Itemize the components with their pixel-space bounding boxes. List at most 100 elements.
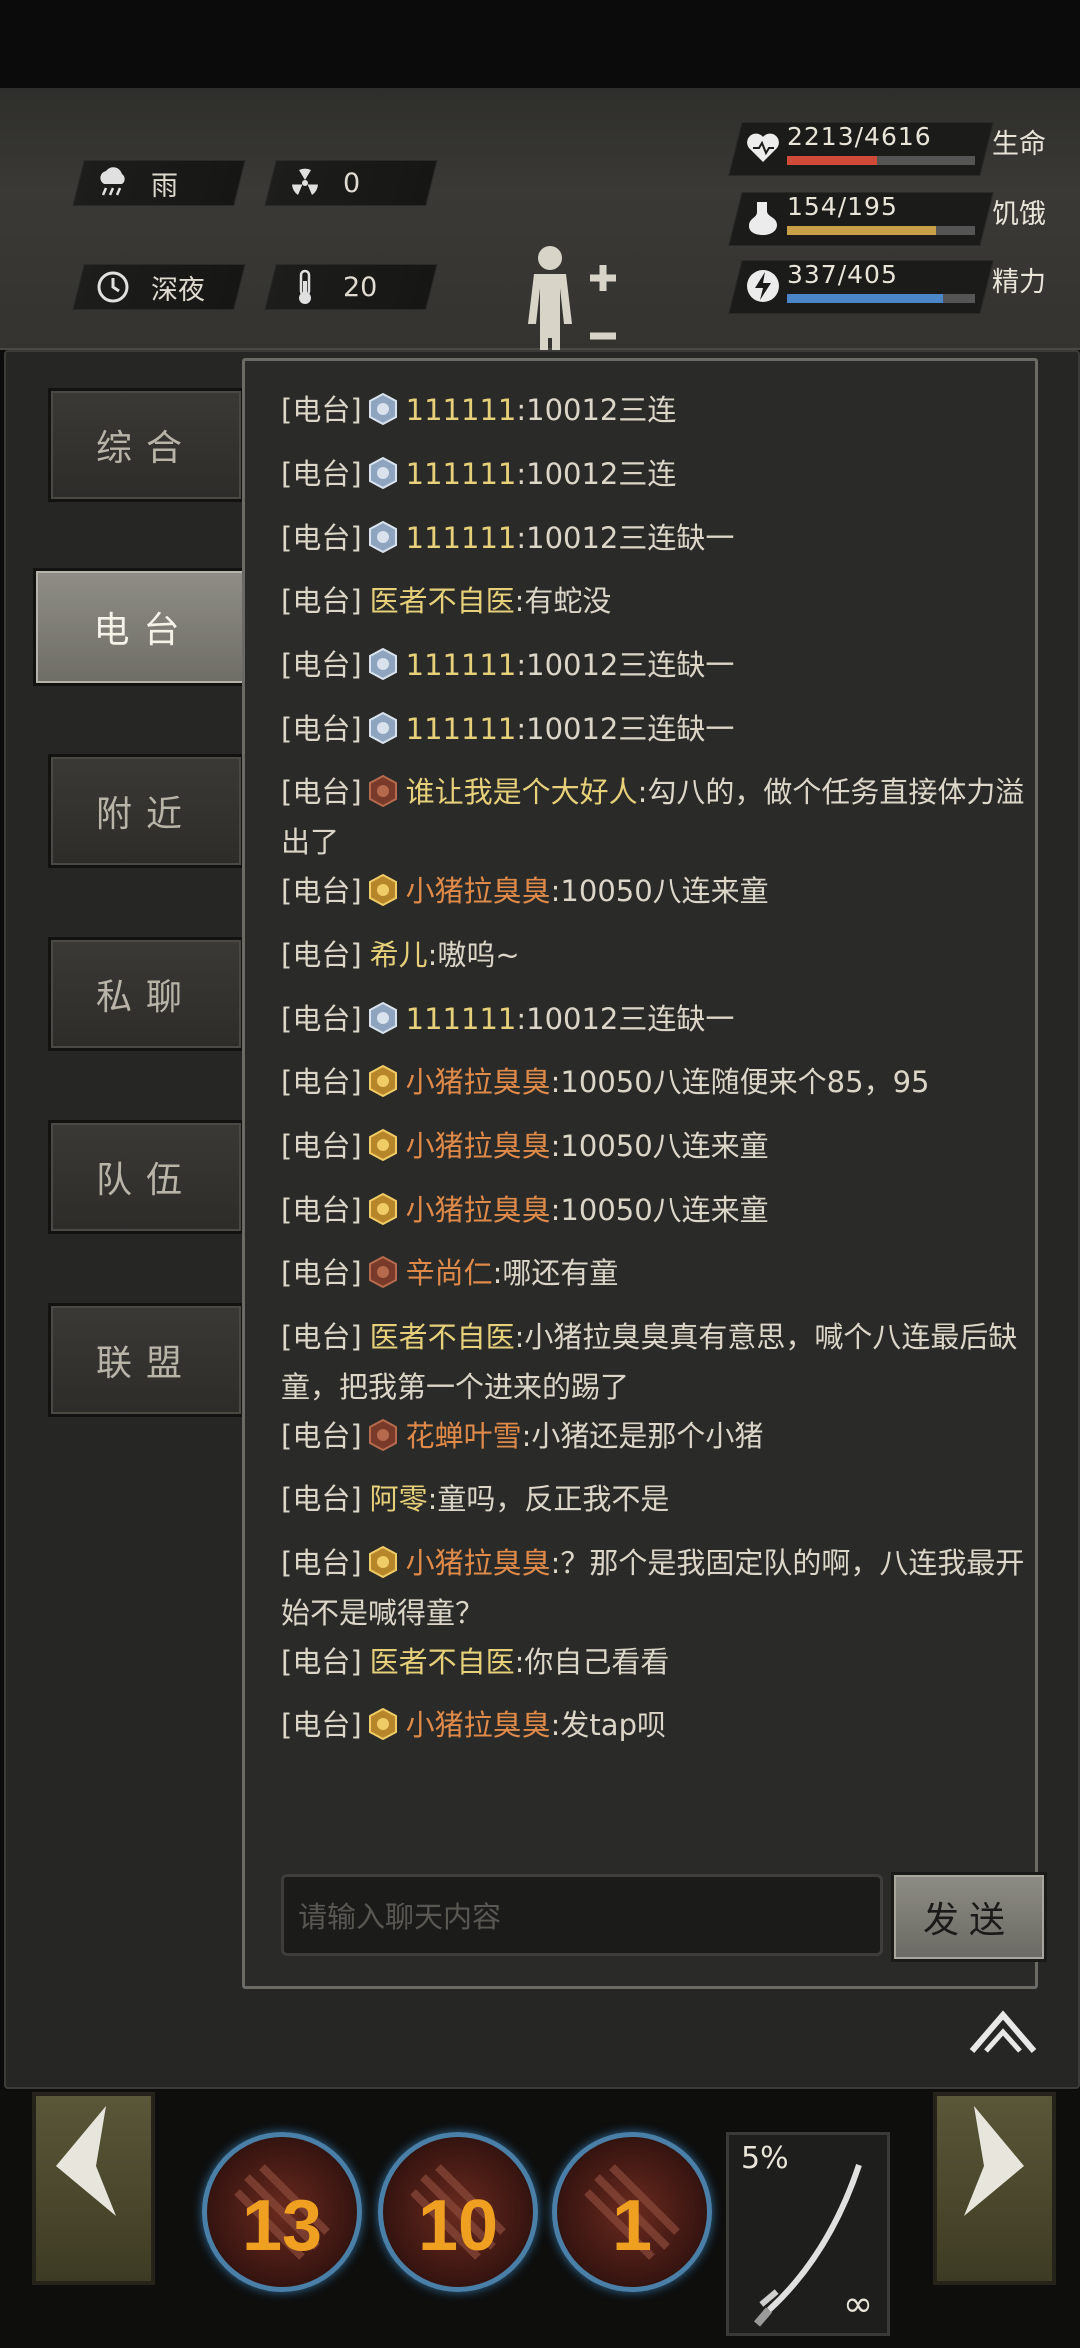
message-username[interactable]: 小猪拉臭臭 [406,874,551,908]
chat-message: [电台] 小猪拉臭臭:10050八连来童 [281,1121,1026,1171]
vital-label: 精力 [992,267,1046,298]
next-button[interactable] [933,2092,1056,2285]
message-username[interactable]: 111111 [406,393,517,427]
thermometer-icon [287,269,323,305]
silver-rank-badge-icon [368,392,397,426]
message-channel: [电台] [281,1256,362,1290]
message-text: :10012三连缺一 [516,1002,735,1036]
tab-私聊[interactable]: 私聊 [48,937,244,1051]
message-channel: [电台] [281,457,362,491]
message-username[interactable]: 小猪拉臭臭 [406,1065,551,1099]
vital-bar [787,156,975,165]
message-username[interactable]: 阿零 [370,1482,428,1516]
message-username[interactable]: 小猪拉臭臭 [406,1546,551,1580]
message-username[interactable]: 111111 [406,521,517,555]
chat-message: [电台] 111111:10012三连 [281,449,1026,499]
message-username[interactable]: 小猪拉臭臭 [406,1193,551,1227]
message-username[interactable]: 医者不自医 [370,1320,515,1354]
left-arrow-icon [56,2106,116,2216]
message-username[interactable]: 辛尚仁 [406,1256,493,1290]
message-channel: [电台] [281,1482,362,1516]
skill-count: 13 [241,2186,323,2266]
message-username[interactable]: 医者不自医 [370,584,515,618]
message-username[interactable]: 111111 [406,1002,517,1036]
silver-rank-badge-icon [368,647,397,681]
right-arrow-icon [964,2106,1024,2216]
message-username[interactable]: 111111 [406,457,517,491]
message-text: :10012三连 [516,393,677,427]
rain-cloud-icon [95,165,131,201]
bronze-rank-badge-icon [368,1255,397,1289]
message-username[interactable]: 111111 [406,648,517,682]
message-username[interactable]: 医者不自医 [370,1645,515,1679]
bronze-rank-badge-icon [368,774,397,808]
message-text: :10050八连来童 [550,1193,769,1227]
message-channel: [电台] [281,1546,362,1580]
message-channel: [电台] [281,1708,362,1742]
chat-message: [电台] 小猪拉臭臭:发tap呗 [281,1700,1026,1750]
time-chip: 深夜 [72,264,246,310]
chat-message: [电台] 小猪拉臭臭:10050八连随便来个85，95 [281,1057,1026,1107]
temperature-value: 20 [343,271,378,303]
message-text: :你自己看看 [514,1645,670,1679]
chat-message: [电台] 医者不自医:有蛇没 [281,576,1026,626]
message-channel: [电台] [281,1129,362,1163]
message-channel: [电台] [281,648,362,682]
message-text: :有蛇没 [514,584,612,618]
previous-button[interactable] [32,2092,155,2285]
skill-count: 10 [417,2186,499,2266]
tab-综合[interactable]: 综合 [48,388,244,502]
collapse-chevron-icon[interactable] [968,2005,1038,2055]
send-button[interactable]: 发送 [891,1872,1047,1962]
skill-count: 1 [611,2186,653,2266]
message-channel: [电台] [281,1193,362,1227]
message-channel: [电台] [281,521,362,555]
chat-message: [电台] 111111:10012三连缺一 [281,994,1026,1044]
gold-rank-badge-icon [368,873,397,907]
message-text: :10050八连随便来个85，95 [550,1065,930,1099]
silver-rank-badge-icon [368,1001,397,1035]
tab-联盟[interactable]: 联盟 [48,1303,244,1417]
message-text: :10050八连来童 [550,1129,769,1163]
silver-rank-badge-icon [368,520,397,554]
message-channel: [电台] [281,1320,362,1354]
tab-队伍[interactable]: 队伍 [48,1120,244,1234]
weapon-slot[interactable]: 5% ∞ [726,2132,890,2336]
chat-message: [电台] 111111:10012三连 [281,385,1026,435]
vital-bar [787,226,975,235]
message-channel: [电台] [281,1065,362,1099]
message-username[interactable]: 小猪拉臭臭 [406,1129,551,1163]
action-bar [0,2090,1080,2348]
chat-message: [电台] 医者不自医:小猪拉臭臭真有意思，喊个八连最后缺童，把我第一个进来的踢了 [281,1312,1026,1412]
message-channel: [电台] [281,775,362,809]
message-text: :小猪还是那个小猪 [521,1419,764,1453]
chat-message: [电台] 111111:10012三连缺一 [281,704,1026,754]
chat-message: [电台] 小猪拉臭臭:10050八连来童 [281,866,1026,916]
chat-input-placeholder: 请输入聊天内容 [298,1900,502,1934]
chat-message-area[interactable]: [电台] 111111:10012三连 [电台] 111111:10012三连 [电台]… [242,358,1047,1989]
message-username[interactable]: 111111 [406,712,517,746]
message-username[interactable]: 小猪拉臭臭 [406,1708,551,1742]
radiation-icon [287,165,323,201]
message-channel: [电台] [281,1419,362,1453]
message-text: :10012三连缺一 [516,648,735,682]
vital-label: 饥饿 [992,199,1046,230]
chat-message: [电台] 希儿:嗷呜~ [281,930,1026,980]
message-username[interactable]: 希儿 [370,938,428,972]
chat-message: [电台] 辛尚仁:哪还有童 [281,1248,1026,1298]
weather-value: 雨 [151,170,178,202]
vital-value: 2213/4616 [787,122,932,151]
message-username[interactable]: 花蝉叶雪 [406,1419,522,1453]
chat-input[interactable]: 请输入聊天内容 [281,1874,883,1956]
vital-label: 生命 [992,129,1046,160]
message-text: :嗷呜~ [427,938,520,972]
chat-message: [电台] 花蝉叶雪:小猪还是那个小猪 [281,1411,1026,1461]
chat-message: [电台] 医者不自医:你自己看看 [281,1637,1026,1687]
tab-电台[interactable]: 电台 [33,568,254,686]
message-channel: [电台] [281,712,362,746]
tab-附近[interactable]: 附近 [48,754,244,868]
vital-精力: 337/405 精力 [728,260,1065,320]
message-username[interactable]: 谁让我是个大好人 [406,775,638,809]
vital-value: 337/405 [787,260,898,289]
chat-message: [电台] 111111:10012三连缺一 [281,513,1026,563]
